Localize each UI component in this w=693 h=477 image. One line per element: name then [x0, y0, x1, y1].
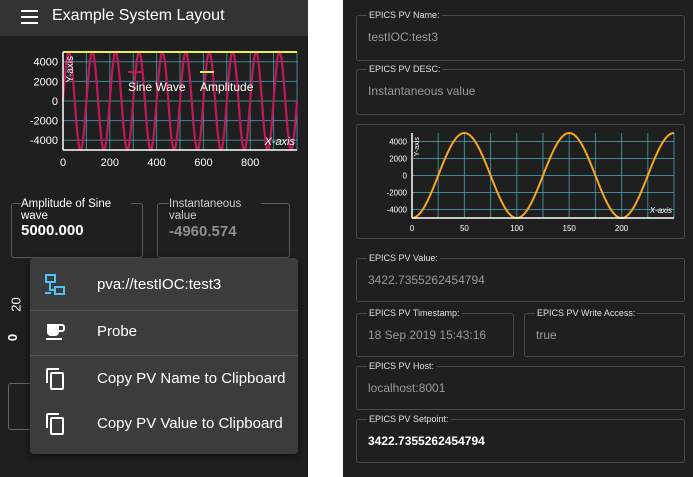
y-tick-label: 4000 [34, 57, 58, 69]
pv-setpoint-label: EPICS PV Setpoint: [367, 414, 451, 424]
copy-icon [46, 368, 64, 390]
instantaneous-field: Instantaneous value -4960.574 [157, 198, 290, 258]
x-tick-label: 200 [615, 224, 629, 233]
x-tick-label: 400 [147, 157, 165, 169]
y-tick-label: -2000 [387, 188, 408, 197]
menu-icon[interactable] [21, 10, 38, 24]
legend-label: Amplitude [200, 80, 254, 94]
y-tick-label: 0 [52, 96, 58, 108]
pv-timestamp-value: 18 Sep 2019 15:43:16 [368, 328, 487, 342]
x-axis-label: X-axis [649, 206, 672, 215]
x-tick-label: 0 [410, 224, 415, 233]
network-icon [45, 274, 65, 295]
menu-item-probe[interactable]: Probe [30, 309, 298, 354]
slider-tick-label: 0 [5, 333, 21, 342]
menu-item-label: Copy PV Name to Clipboard [97, 370, 286, 387]
pv-value-value: 3422.7355262454794 [368, 273, 485, 287]
x-tick-labels: 0 200 400 600 800 [60, 157, 259, 169]
pv-desc-label: EPICS PV DESC: [367, 64, 443, 74]
pv-desc-value: Instantaneous value [368, 84, 476, 98]
y-tick-label: -4000 [30, 135, 58, 147]
context-menu: pva://testIOC:test3 Probe Copy PV Name t… [30, 258, 298, 454]
y-tick-label: 2000 [389, 154, 407, 163]
menu-item-label: Probe [97, 323, 138, 340]
y-tick-label: 0 [403, 171, 408, 180]
x-tick-label: 100 [510, 224, 524, 233]
menu-item-copy-pv-value[interactable]: Copy PV Value to Clipboard [30, 401, 298, 446]
instantaneous-field-label: Instantaneous value [169, 198, 261, 222]
x-tick-label: 600 [194, 157, 212, 169]
app-bar: Example System Layout [0, 0, 308, 36]
slider-tick-label: 20 [8, 297, 24, 312]
pv-value-chart: 4000 2000 0 -2000 -4000 0 50 100 150 200 X-axis Y… [387, 131, 675, 233]
menu-item-pva-link[interactable]: pva://testIOC:test3 [30, 262, 298, 307]
x-tick-label: 800 [241, 157, 259, 169]
y-axis-label: Y-axis [65, 56, 76, 83]
pv-setpoint-field[interactable]: EPICS PV Setpoint: 3422.7355262454794 [356, 414, 685, 463]
pv-timestamp-field: EPICS PV Timestamp: 18 Sep 2019 15:43:16 [356, 308, 514, 357]
pv-name-field: EPICS PV Name: testIOC:test3 [356, 10, 685, 61]
coffee-icon [46, 324, 65, 340]
pv-host-label: EPICS PV Host: [367, 361, 437, 371]
y-axis-label: Y-axis [412, 137, 421, 157]
amplitude-field-label: Amplitude of Sine wave [21, 198, 131, 222]
pv-chart-frame: 4000 2000 0 -2000 -4000 0 50 100 150 200 X-axis Y… [356, 124, 685, 239]
pv-write-access-field: EPICS PV Write Access: true [524, 308, 685, 357]
menu-item-label: pva://testIOC:test3 [97, 276, 222, 293]
x-tick-label: 150 [563, 224, 577, 233]
y-tick-label: -2000 [30, 115, 58, 127]
pv-write-access-value: true [536, 328, 557, 342]
right-pv-panel: EPICS PV Name: testIOC:test3 EPICS PV DE… [343, 0, 693, 477]
pv-host-value: localhost:8001 [368, 381, 446, 395]
app-title: Example System Layout [52, 7, 225, 24]
pv-value-label: EPICS PV Value: [367, 253, 440, 263]
legend-label: Sine Wave [128, 80, 186, 94]
menu-item-label: Copy PV Value to Clipboard [97, 415, 283, 432]
pv-timestamp-label: EPICS PV Timestamp: [367, 308, 462, 318]
pv-host-field: EPICS PV Host: localhost:8001 [356, 361, 685, 410]
y-tick-label: -4000 [387, 205, 408, 214]
menu-item-copy-pv-name[interactable]: Copy PV Name to Clipboard [30, 356, 298, 401]
y-tick-labels: 4000 2000 0 -2000 -4000 [387, 137, 408, 214]
pv-name-value: testIOC:test3 [368, 30, 439, 44]
sine-wave-chart: 4000 2000 0 -2000 -4000 0 200 400 600 800 Sine W… [30, 50, 299, 169]
x-tick-labels: 0 50 100 150 200 [410, 224, 629, 233]
left-app-panel: Example System Layout 4000 2000 0 -2000 -400… [0, 0, 308, 477]
y-tick-label: 2000 [34, 76, 58, 88]
x-axis-label: X-axis [263, 136, 295, 148]
pv-value-field: EPICS PV Value: 3422.7355262454794 [356, 253, 685, 302]
x-tick-label: 0 [60, 157, 66, 169]
x-tick-label: 50 [460, 224, 469, 233]
x-tick-label: 200 [101, 157, 119, 169]
amplitude-field[interactable]: Amplitude of Sine wave 5000.000 [11, 198, 143, 258]
pv-name-label: EPICS PV Name: [367, 10, 442, 20]
pv-write-access-label: EPICS PV Write Access: [535, 308, 638, 318]
y-tick-labels: 4000 2000 0 -2000 -4000 [30, 57, 58, 147]
pv-desc-field: EPICS PV DESC: Instantaneous value [356, 64, 685, 115]
copy-icon [46, 413, 64, 435]
instantaneous-field-value: -4960.574 [169, 223, 237, 240]
amplitude-field-value: 5000.000 [21, 222, 84, 239]
pv-setpoint-value: 3422.7355262454794 [368, 434, 485, 448]
y-tick-label: 4000 [389, 137, 407, 146]
